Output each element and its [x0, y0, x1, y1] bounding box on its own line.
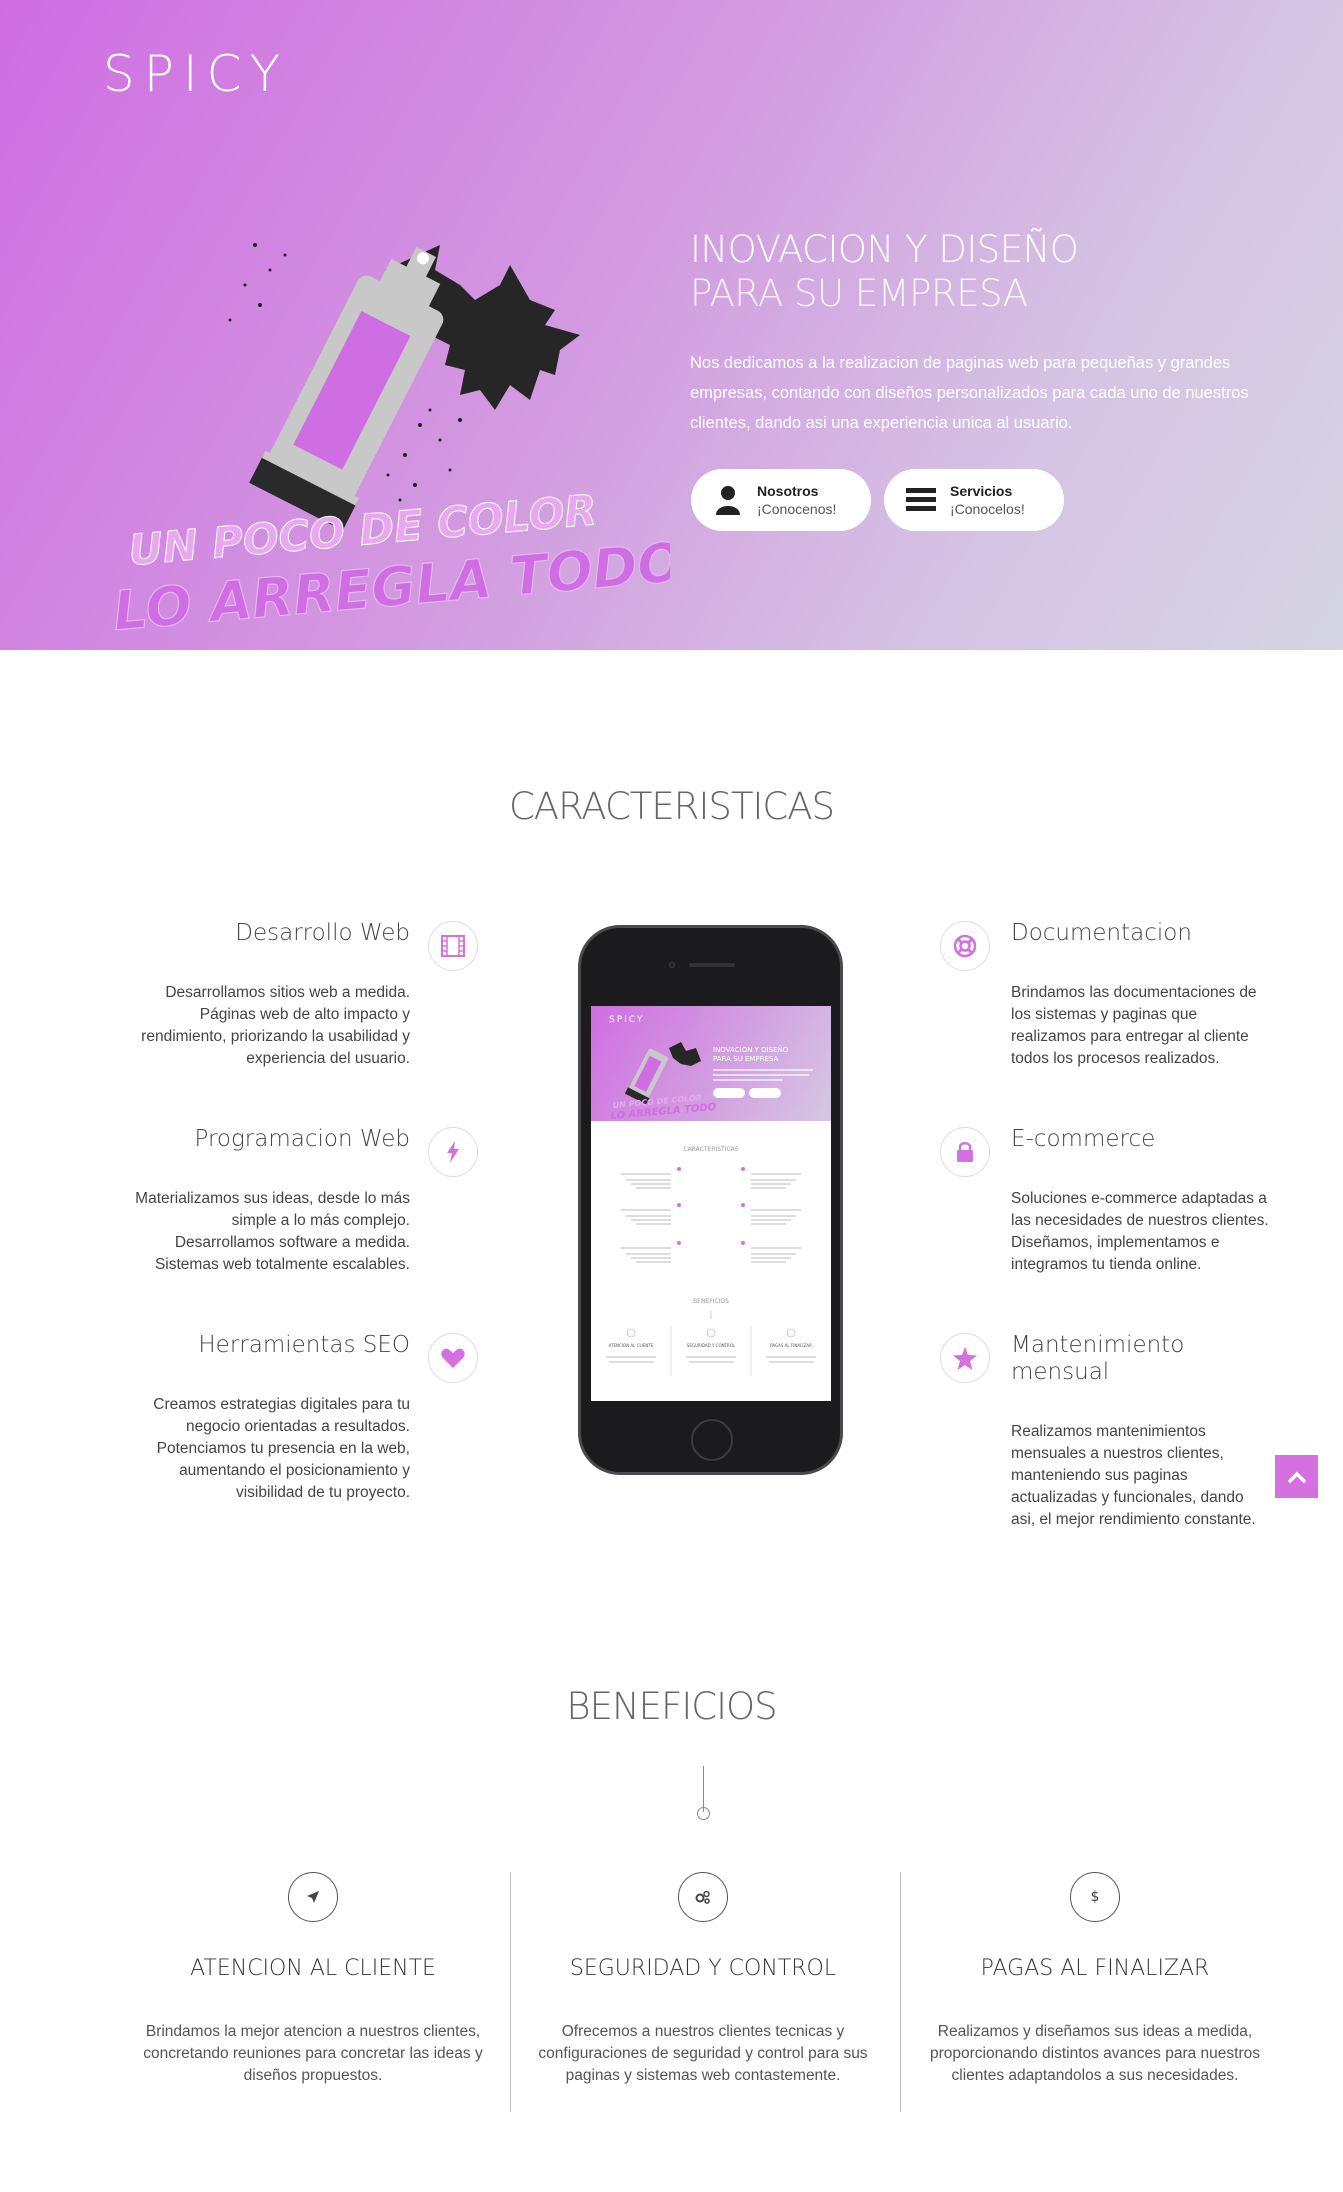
- feature-herramientas-seo: Herramientas SEO Creamos estrategias dig…: [130, 1332, 410, 1504]
- mini-brand: SPICY: [609, 1015, 645, 1025]
- hero-title: INOVACION Y DISEÑO: [690, 228, 1079, 271]
- mini-subtitle: PARA SU EMPRESA: [713, 1055, 779, 1063]
- mini-benefits-title: BENEFICIOS: [693, 1298, 729, 1305]
- brand-logo[interactable]: SPICY: [103, 45, 289, 103]
- hero-description: Nos dedicamos a la realizacion de pagina…: [690, 354, 1249, 432]
- gears-icon: [678, 1872, 728, 1922]
- servicios-sublabel: ¡Conocelos!: [950, 501, 1025, 517]
- hero-section: SPICY UN POCO DE COLOR LO ARREGLA TODO I…: [0, 0, 1343, 650]
- film-icon: [428, 921, 478, 971]
- phone-home-button: [691, 1419, 733, 1461]
- benefit-title: ATENCION AL CLIENTE: [190, 1956, 436, 1981]
- scroll-to-top-button[interactable]: [1275, 1455, 1318, 1498]
- mini-benefit-title: PAGAS AL FINALIZAR: [770, 1343, 812, 1348]
- benefit-text: Ofrecemos a nuestros clientes tecnicas y…: [538, 2023, 868, 2084]
- benefit-pagas: $ PAGAS AL FINALIZAR Realizamos y diseña…: [900, 1872, 1290, 2112]
- servicios-button[interactable]: Servicios ¡Conocelos!: [884, 469, 1064, 531]
- feature-desarrollo-web: Desarrollo Web Desarrollamos sitios web …: [130, 920, 410, 1070]
- phone-camera: [669, 962, 675, 968]
- chevron-up-icon: [1287, 1471, 1306, 1483]
- menu-icon: [904, 483, 938, 517]
- feature-title: Mantenimiento mensual: [1011, 1332, 1185, 1385]
- heart-icon: [428, 1333, 478, 1383]
- benefit-text: Brindamos la mejor atencion a nuestros c…: [143, 2023, 483, 2084]
- mini-desc-line: [713, 1079, 783, 1081]
- phone-mockup: SPICY UN POCO DE COLOR LO ARREGLA TODO I…: [578, 925, 843, 1475]
- features-title: CARACTERISTICAS: [508, 785, 835, 828]
- feature-title: Programacion Web: [194, 1126, 410, 1152]
- mini-desc-line: [713, 1069, 813, 1071]
- benefits-connector-dot: [697, 1807, 710, 1820]
- lock-icon: [940, 1127, 990, 1177]
- mini-benefit-title: SEGURIDAD Y CONTROL: [686, 1343, 736, 1348]
- mini-hero: SPICY UN POCO DE COLOR LO ARREGLA TODO I…: [591, 1006, 831, 1121]
- nosotros-button[interactable]: Nosotros ¡Conocenos!: [691, 469, 871, 531]
- user-icon: [711, 483, 745, 517]
- mini-title: INOVACION Y DISEÑO: [713, 1046, 789, 1054]
- servicios-label: Servicios: [950, 483, 1013, 499]
- feature-title: E-commerce: [1011, 1126, 1156, 1152]
- mini-desc-line: [713, 1074, 809, 1076]
- benefit-text: Realizamos y diseñamos sus ideas a medid…: [929, 2023, 1260, 2084]
- mini-features: [621, 1167, 801, 1263]
- feature-text: Brindamos las documentaciones de los sis…: [1011, 984, 1257, 1067]
- bolt-icon: [428, 1127, 478, 1177]
- benefit-title: PAGAS AL FINALIZAR: [980, 1956, 1210, 1981]
- lifebuoy-icon: [940, 921, 990, 971]
- phone-screen: SPICY UN POCO DE COLOR LO ARREGLA TODO I…: [591, 1006, 831, 1401]
- hero-subtitle: PARA SU EMPRESA: [690, 272, 1028, 315]
- dollar-icon: $: [1070, 1872, 1120, 1922]
- star-icon: [940, 1333, 990, 1383]
- mini-spray-can: UN POCO DE COLOR LO ARREGLA TODO: [611, 1042, 717, 1121]
- nosotros-label: Nosotros: [757, 483, 819, 499]
- phone-speaker: [689, 963, 735, 967]
- feature-ecommerce: E-commerce Soluciones e-commerce adaptad…: [1011, 1126, 1271, 1276]
- benefit-title: SEGURIDAD Y CONTROL: [569, 1956, 837, 1981]
- mini-features-title: CARACTERISTICAS: [683, 1146, 739, 1153]
- benefit-seguridad: SEGURIDAD Y CONTROL Ofrecemos a nuestros…: [508, 1872, 898, 2112]
- feature-text: Realizamos mantenimientos mensuales a nu…: [1011, 1423, 1256, 1528]
- spray-can-illustration: UN POCO DE COLOR LO ARREGLA TODO: [110, 243, 670, 644]
- benefits-title: BENEFICIOS: [566, 1685, 777, 1728]
- feature-text: Desarrollamos sitios web a medida. Págin…: [141, 984, 410, 1067]
- feature-text: Creamos estrategias digitales para tu ne…: [153, 1396, 410, 1501]
- benefit-atencion: ATENCION AL CLIENTE Brindamos la mejor a…: [118, 1872, 508, 2112]
- feature-title: Documentacion: [1011, 920, 1192, 946]
- feature-title: Desarrollo Web: [235, 920, 410, 946]
- mini-btn: [749, 1088, 781, 1098]
- nosotros-sublabel: ¡Conocenos!: [757, 501, 837, 517]
- feature-text: Materializamos sus ideas, desde lo más s…: [135, 1190, 410, 1273]
- feature-mantenimiento: Mantenimiento mensual Realizamos manteni…: [1011, 1332, 1271, 1531]
- feature-programacion-web: Programacion Web Materializamos sus idea…: [130, 1126, 410, 1276]
- mini-benefit-title: ATENCION AL CLIENTE: [608, 1343, 654, 1348]
- mini-benefits: [606, 1311, 816, 1376]
- feature-title: Herramientas SEO: [198, 1332, 410, 1358]
- mini-btn: [713, 1088, 745, 1098]
- feature-text: Soluciones e-commerce adaptadas a las ne…: [1011, 1190, 1269, 1273]
- benefits-connector-line: [703, 1766, 704, 1812]
- feature-documentacion: Documentacion Brindamos las documentacio…: [1011, 920, 1271, 1070]
- rocket-icon: [288, 1872, 338, 1922]
